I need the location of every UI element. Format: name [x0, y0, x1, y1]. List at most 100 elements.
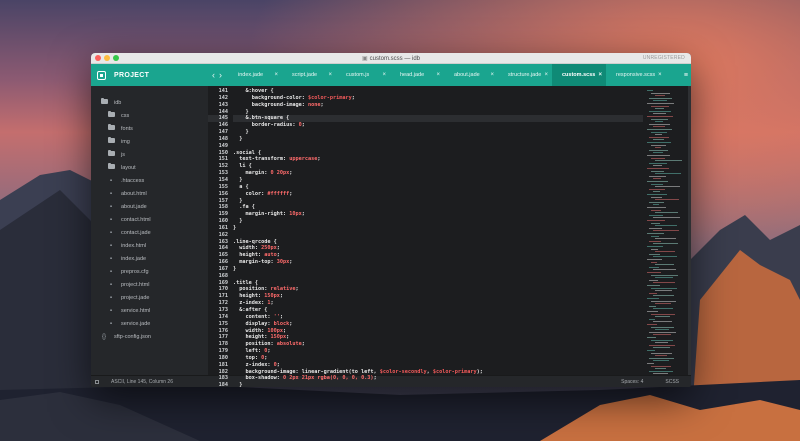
tree-item-about-jade[interactable]: ▪ about.jade [91, 200, 208, 213]
tree-item-prepros-cfg[interactable]: ▪ prepros.cfg [91, 265, 208, 278]
chevron-left-icon[interactable]: ‹ [212, 70, 215, 80]
tab-head-jade[interactable]: head.jade × [390, 64, 444, 86]
minimap[interactable] [643, 86, 691, 375]
code-line[interactable]: } [233, 136, 643, 143]
tree-item-htaccess[interactable]: ▪ .htaccess [91, 174, 208, 187]
minimap-line [649, 357, 674, 359]
code-line[interactable]: } [233, 382, 643, 387]
code-line[interactable]: height: 150px; [233, 293, 643, 300]
tree-item-img[interactable]: img [91, 135, 208, 148]
project-header[interactable]: PROJECT [91, 64, 208, 86]
code-line[interactable]: border-radius: 0; [233, 122, 643, 129]
panel-toggle-icon[interactable] [95, 379, 99, 384]
tab-custom-scss[interactable]: custom.scss × [552, 64, 606, 86]
code-area[interactable]: &:hover { background-color: $color-prima… [230, 86, 643, 387]
syntax-setting[interactable]: SCSS [665, 379, 679, 385]
minimap-line [655, 95, 665, 97]
close-tab-icon[interactable]: × [382, 72, 386, 78]
tree-item-service-jade[interactable]: ▪ service.jade [91, 317, 208, 330]
more-tabs-icon[interactable]: ≡ [684, 72, 688, 79]
code-line[interactable]: width: 100px; [233, 328, 643, 335]
code-line[interactable]: left: 0; [233, 348, 643, 355]
minimap-line [651, 196, 662, 198]
minimap-line [649, 266, 659, 268]
minimap-line [651, 261, 657, 263]
code-line[interactable]: } [233, 218, 643, 225]
tree-item-idb[interactable]: idb [91, 96, 208, 109]
code-line[interactable]: } [233, 109, 643, 116]
tree-item-about-html[interactable]: ▪ about.html [91, 187, 208, 200]
close-tab-icon[interactable]: × [328, 72, 332, 78]
code-line[interactable]: height: 150px; [233, 334, 643, 341]
tree-item-layout[interactable]: layout [91, 161, 208, 174]
tab-label: responsive.scss [616, 72, 656, 78]
close-tab-icon[interactable]: × [598, 72, 602, 78]
tab-index-jade[interactable]: index.jade × [228, 64, 282, 86]
code-line[interactable]: .fa { [233, 204, 643, 211]
code-line[interactable]: color: #ffffff; [233, 191, 643, 198]
tree-item-css[interactable]: css [91, 109, 208, 122]
code-line[interactable]: height: auto; [233, 252, 643, 259]
code-line[interactable]: margin-right: 10px; [233, 211, 643, 218]
code-line[interactable]: background-image: none; [233, 102, 643, 109]
code-line[interactable]: &:after { [233, 307, 643, 314]
code-line[interactable] [233, 273, 643, 280]
tab-custom-js[interactable]: custom.js × [336, 64, 390, 86]
code-line[interactable]: } [233, 198, 643, 205]
code-line[interactable]: .line-qrcode { [233, 239, 643, 246]
minimap-line [655, 134, 662, 136]
code-line[interactable]: background-color: $color-primary; [233, 95, 643, 102]
code-line[interactable]: position: absolute; [233, 341, 643, 348]
tab-structure-jade[interactable]: structure.jade × [498, 64, 552, 86]
code-line[interactable]: width: 250px; [233, 245, 643, 252]
code-line[interactable]: &.btn-square { [233, 115, 643, 123]
code-line[interactable]: z-index: 1; [233, 300, 643, 307]
close-tab-icon[interactable]: × [436, 72, 440, 78]
code-line[interactable]: li { [233, 163, 643, 170]
line-number: 171 [218, 293, 228, 300]
code-line[interactable]: box-shadow: 0 2px 21px rgba(0, 0, 0, 0.3… [233, 375, 643, 382]
code-line[interactable]: .social { [233, 150, 643, 157]
tab-responsive-scss[interactable]: responsive.scss × [606, 64, 662, 86]
code-line[interactable]: } [233, 266, 643, 273]
tree-item-sftp-config-json[interactable]: {} sftp-config.json [91, 330, 208, 343]
code-line[interactable]: position: relative; [233, 286, 643, 293]
close-tab-icon[interactable]: × [658, 72, 662, 78]
code-line[interactable]: background-image: linear-gradient(to lef… [233, 369, 643, 376]
tab-about-jade[interactable]: about.jade × [444, 64, 498, 86]
code-line[interactable]: z-index: 0; [233, 362, 643, 369]
code-line[interactable]: text-transform: uppercase; [233, 156, 643, 163]
code-line[interactable]: margin-top: 30px; [233, 259, 643, 266]
line-number: 170 [218, 286, 228, 293]
code-line[interactable]: } [233, 225, 643, 232]
code-editor[interactable]: 141 142 143 144 145 146 147 148 149 150 151 152 153 1… [208, 86, 691, 387]
close-tab-icon[interactable]: × [544, 72, 548, 78]
tree-item-index-jade[interactable]: ▪ index.jade [91, 252, 208, 265]
minimap-line [647, 194, 667, 195]
code-line[interactable]: display: block; [233, 321, 643, 328]
code-line[interactable]: &:hover { [233, 88, 643, 95]
chevron-right-icon[interactable]: › [219, 70, 222, 80]
code-line[interactable]: } [233, 177, 643, 184]
tree-item-project-jade[interactable]: ▪ project.jade [91, 291, 208, 304]
code-line[interactable]: content: ''; [233, 314, 643, 321]
tree-item-project-html[interactable]: ▪ project.html [91, 278, 208, 291]
tree-item-fonts[interactable]: fonts [91, 122, 208, 135]
close-tab-icon[interactable]: × [490, 72, 494, 78]
tree-item-service-html[interactable]: ▪ service.html [91, 304, 208, 317]
code-line[interactable]: .title { [233, 280, 643, 287]
tab-script-jade[interactable]: script.jade × [282, 64, 336, 86]
code-line[interactable]: margin: 0 20px; [233, 170, 643, 177]
code-line[interactable]: a { [233, 184, 643, 191]
code-line[interactable]: } [233, 129, 643, 136]
code-line[interactable] [233, 143, 643, 150]
scrollbar[interactable] [688, 86, 691, 375]
close-tab-icon[interactable]: × [274, 72, 278, 78]
line-number: 149 [218, 142, 228, 149]
tree-item-js[interactable]: js [91, 148, 208, 161]
code-line[interactable] [233, 232, 643, 239]
code-line[interactable]: top: 0; [233, 355, 643, 362]
tree-item-contact-html[interactable]: ▪ contact.html [91, 213, 208, 226]
tree-item-contact-jade[interactable]: ▪ contact.jade [91, 226, 208, 239]
tree-item-index-html[interactable]: ▪ index.html [91, 239, 208, 252]
